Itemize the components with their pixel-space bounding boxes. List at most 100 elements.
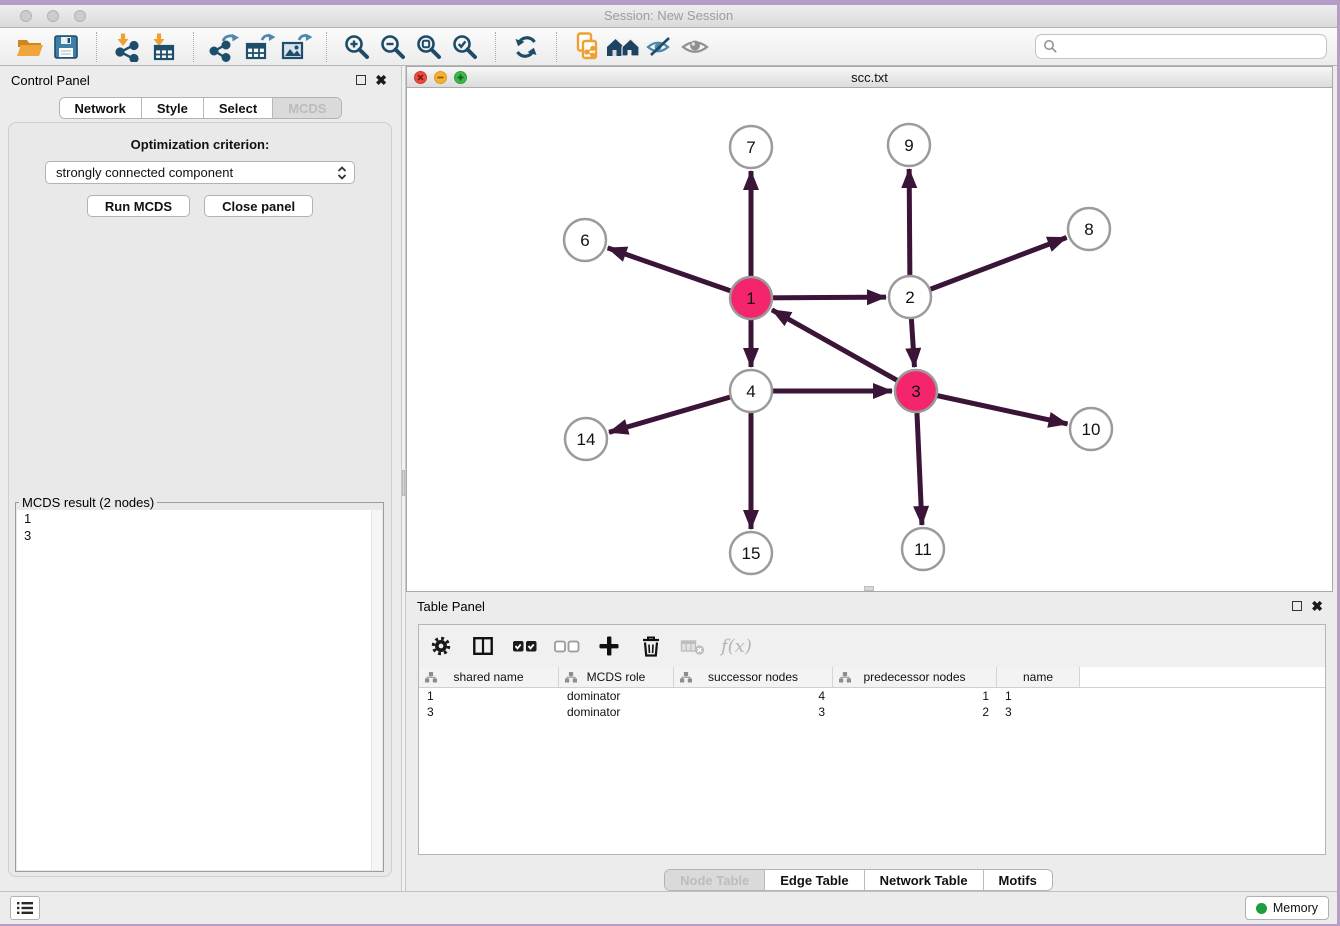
run-mcds-button[interactable]: Run MCDS [87, 195, 190, 217]
table-cell[interactable]: dominator [559, 688, 674, 704]
toolbar-separator [326, 32, 327, 62]
mcds-result-list[interactable]: 13 [17, 510, 382, 870]
network-canvas-svg[interactable]: 7 9 6 8 1 2 4 3 14 10 15 11 [407, 88, 1332, 591]
network-canvas[interactable]: 7 9 6 8 1 2 4 3 14 10 15 11 [407, 88, 1332, 591]
graph-node-6[interactable]: 6 [564, 219, 606, 261]
column-header-shared-name[interactable]: shared name [419, 667, 559, 687]
hide-details-button[interactable] [641, 31, 677, 63]
delete-table-button[interactable] [679, 632, 707, 660]
reset-views-button[interactable] [605, 31, 641, 63]
control-panel-header: Control Panel ✖ [0, 66, 401, 94]
table-cell[interactable]: 4 [674, 688, 833, 704]
tab-style[interactable]: Style [141, 98, 203, 118]
graph-edge-3-10[interactable] [916, 391, 1068, 424]
column-header-mcds-role[interactable]: MCDS role [559, 667, 674, 687]
toolbar-separator [495, 32, 496, 62]
import-table-button[interactable] [145, 31, 181, 63]
task-history-button[interactable] [10, 896, 40, 920]
result-scrollbar[interactable] [371, 510, 382, 870]
search-input[interactable] [1058, 39, 1319, 54]
table-cell[interactable]: 1 [833, 688, 997, 704]
close-panel-button[interactable]: Close panel [204, 195, 313, 217]
graph-node-8[interactable]: 8 [1068, 208, 1110, 250]
graph-edge-3-1[interactable] [772, 310, 916, 391]
table-cell[interactable]: 3 [419, 704, 559, 720]
column-header-label: successor nodes [708, 670, 798, 684]
table-cell[interactable]: 2 [833, 704, 997, 720]
graph-node-7[interactable]: 7 [730, 126, 772, 168]
zoom-in-button[interactable] [339, 31, 375, 63]
tab-network[interactable]: Network [60, 98, 141, 118]
toggle-panes-button[interactable] [469, 632, 497, 660]
zoom-out-button[interactable] [375, 31, 411, 63]
control-panel: Control Panel ✖ NetworkStyleSelectMCDS O… [0, 66, 401, 891]
table-cell[interactable]: 1 [997, 688, 1080, 704]
application-window: Session: New Session [0, 5, 1337, 924]
close-panel-icon[interactable]: ✖ [375, 75, 387, 85]
function-builder-button[interactable]: f(x) [721, 636, 752, 657]
table-cell[interactable]: 3 [997, 704, 1080, 720]
tab-select[interactable]: Select [203, 98, 272, 118]
table-cell[interactable]: 3 [674, 704, 833, 720]
graph-node-10[interactable]: 10 [1070, 408, 1112, 450]
graph-edge-1-6[interactable] [608, 248, 751, 298]
table-row[interactable]: 1dominator411 [419, 688, 1325, 704]
optimization-criterion-label: Optimization criterion: [9, 137, 391, 152]
graph-node-14[interactable]: 14 [565, 418, 607, 460]
column-header-predecessor-nodes[interactable]: predecessor nodes [833, 667, 997, 687]
memory-status-icon [1256, 903, 1267, 914]
canvas-grip[interactable] [864, 586, 874, 591]
save-session-button[interactable] [48, 31, 84, 63]
tab-motifs[interactable]: Motifs [983, 870, 1052, 890]
graph-node-15[interactable]: 15 [730, 532, 772, 574]
apply-layout-button[interactable] [508, 31, 544, 63]
graph-node-label: 15 [742, 544, 761, 563]
delete-columns-button[interactable] [637, 632, 665, 660]
toolbar-separator [556, 32, 557, 62]
tab-edge-table[interactable]: Edge Table [764, 870, 863, 890]
graph-node-11[interactable]: 11 [902, 528, 944, 570]
search-icon [1043, 39, 1058, 54]
criterion-dropdown[interactable]: strongly connected component [45, 161, 355, 184]
open-session-button[interactable] [12, 31, 48, 63]
graph-node-2[interactable]: 2 [889, 276, 931, 318]
table-panel: Table Panel ✖ [406, 592, 1337, 891]
float-panel-icon[interactable] [356, 75, 366, 85]
refresh-icon [512, 33, 540, 61]
table-cell[interactable]: dominator [559, 704, 674, 720]
zoom-fit-button[interactable] [411, 31, 447, 63]
column-header-successor-nodes[interactable]: successor nodes [674, 667, 833, 687]
export-network-button[interactable] [206, 31, 242, 63]
graph-node-label: 7 [746, 138, 755, 157]
graph-node-1[interactable]: 1 [730, 277, 772, 319]
divider-grip[interactable] [402, 470, 405, 496]
graph-node-label: 1 [746, 289, 755, 308]
tab-node-table[interactable]: Node Table [665, 870, 764, 890]
graph-node-label: 6 [580, 231, 589, 250]
graph-node-3[interactable]: 3 [895, 370, 937, 412]
node-table: f(x) shared nameMCDS role successor nodes… [418, 624, 1326, 855]
table-cell[interactable]: 1 [419, 688, 559, 704]
graph-node-9[interactable]: 9 [888, 124, 930, 166]
import-network-button[interactable] [109, 31, 145, 63]
first-neighbors-button[interactable] [569, 31, 605, 63]
export-table-button[interactable] [242, 31, 278, 63]
show-details-button[interactable] [677, 31, 713, 63]
float-table-panel-icon[interactable] [1292, 601, 1302, 611]
create-column-button[interactable] [595, 632, 623, 660]
export-image-button[interactable] [278, 31, 314, 63]
table-settings-button[interactable] [427, 632, 455, 660]
graph-edge-2-8[interactable] [910, 238, 1067, 297]
zoom-selected-button[interactable] [447, 31, 483, 63]
memory-button[interactable]: Memory [1245, 896, 1329, 920]
search-field[interactable] [1035, 34, 1327, 59]
close-table-panel-icon[interactable]: ✖ [1311, 601, 1323, 611]
graph-node-4[interactable]: 4 [730, 370, 772, 412]
plus-icon [597, 634, 621, 658]
column-header-name[interactable]: name [997, 667, 1080, 687]
tab-network-table[interactable]: Network Table [864, 870, 983, 890]
deselect-all-button[interactable] [553, 632, 581, 660]
select-all-button[interactable] [511, 632, 539, 660]
tab-mcds[interactable]: MCDS [272, 98, 341, 118]
table-row[interactable]: 3dominator323 [419, 704, 1325, 720]
